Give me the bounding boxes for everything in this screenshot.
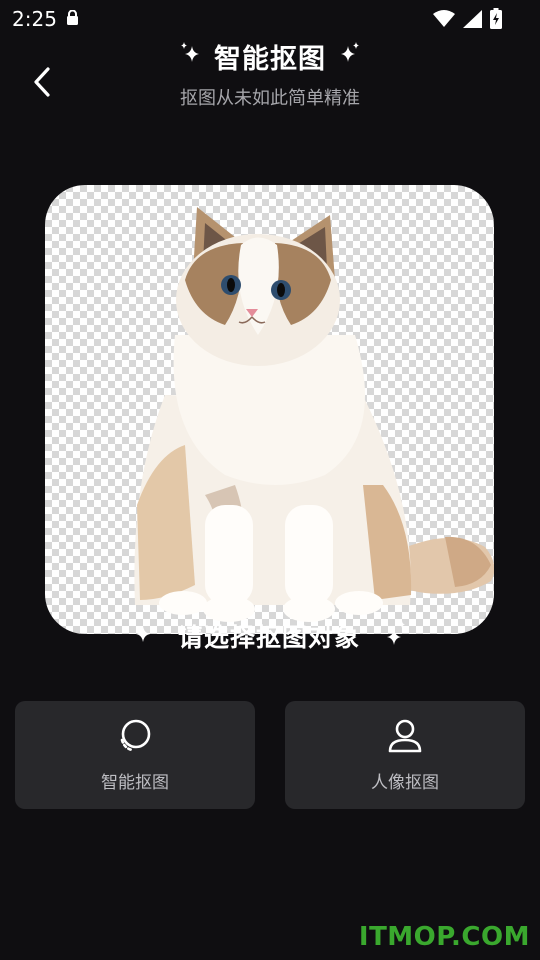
page-subtitle: 抠图从未如此简单精准 [180, 88, 360, 109]
prompt-row: 请选择抠图对象 [0, 616, 540, 656]
smart-cutout-button[interactable]: 智能抠图 [15, 701, 255, 809]
sparkle-icon [386, 621, 406, 651]
status-time: 2:25 [12, 7, 57, 31]
portrait-cutout-button[interactable]: 人像抠图 [285, 701, 525, 809]
page-title: 智能抠图 [214, 43, 326, 75]
cutout-preview-image [45, 185, 494, 634]
person-icon [387, 718, 423, 758]
sparkle-icon [134, 624, 152, 648]
sparkle-icon [338, 42, 360, 70]
status-bar: 2:25 [0, 0, 540, 36]
portrait-cutout-label: 人像抠图 [371, 772, 439, 793]
wifi-icon [433, 9, 455, 32]
smart-cutout-label: 智能抠图 [101, 772, 169, 793]
sparkle-icon [180, 42, 202, 70]
battery-charging-icon [490, 8, 502, 33]
select-object-prompt: 请选择抠图对象 [177, 623, 360, 652]
watermark: ITMOP.COM [358, 922, 530, 952]
title-row: 智能抠图 [0, 38, 540, 75]
lock-icon [66, 9, 79, 29]
signal-icon [463, 9, 482, 32]
smart-cutout-circle-icon [117, 718, 153, 758]
